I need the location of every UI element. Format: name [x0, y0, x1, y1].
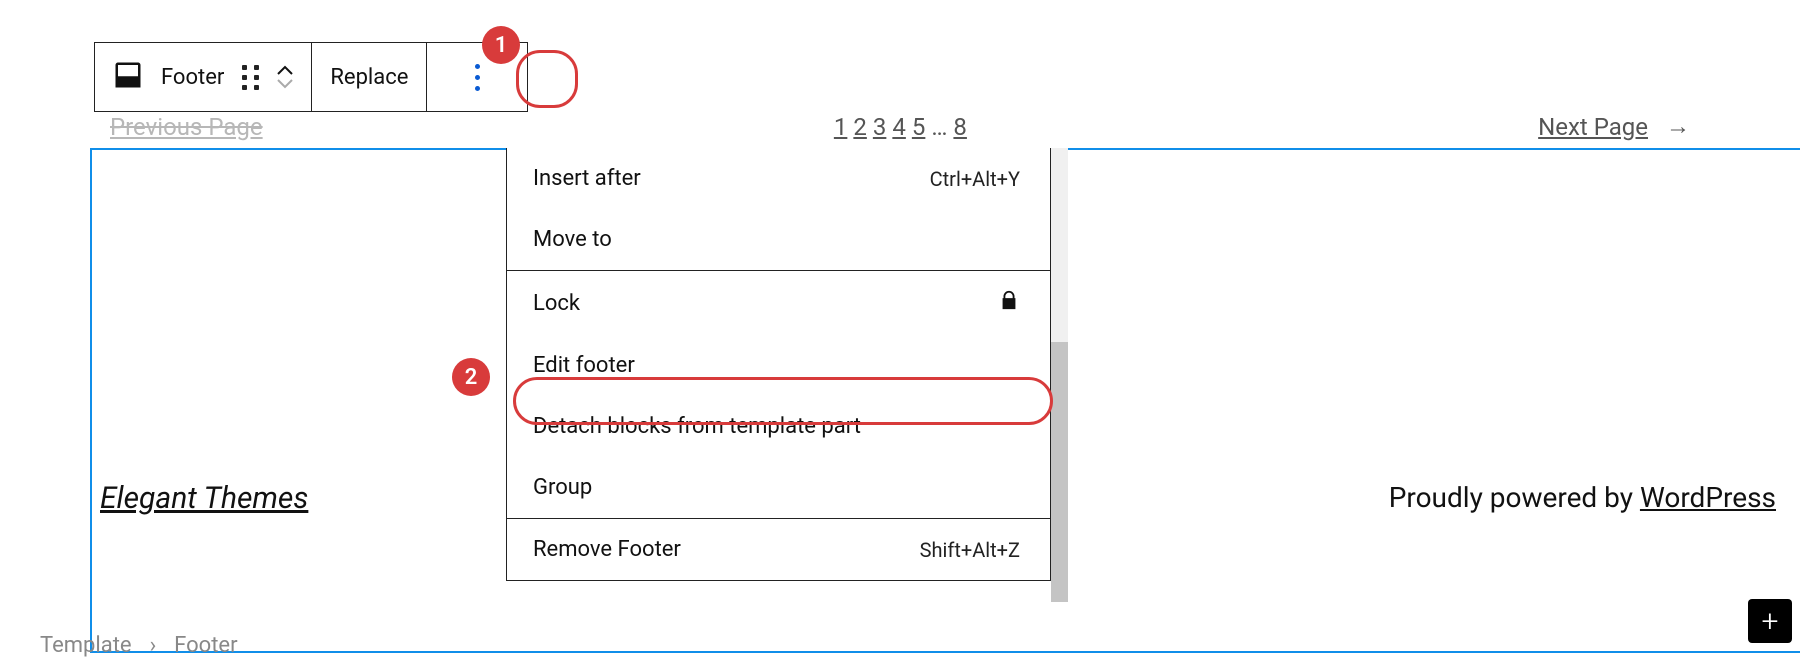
replace-button[interactable]: Replace	[312, 43, 427, 111]
menu-edit-footer-label: Edit footer	[533, 353, 635, 378]
annotation-ring-1	[516, 50, 578, 108]
pagination-row: Previous Page 1 2 3 4 5 … 8 Next Page →	[0, 112, 1800, 141]
menu-insert-after[interactable]: Insert after Ctrl+Alt+Y	[507, 148, 1050, 209]
menu-group[interactable]: Group	[507, 457, 1050, 518]
annotation-badge-1: 1	[482, 26, 520, 64]
wordpress-link[interactable]: WordPress	[1640, 481, 1776, 514]
block-mover[interactable]	[277, 65, 293, 89]
menu-insert-after-label: Insert after	[533, 166, 641, 191]
menu-insert-after-shortcut: Ctrl+Alt+Y	[930, 167, 1020, 191]
menu-remove-shortcut: Shift+Alt+Z	[920, 538, 1020, 562]
powered-by-text: Proudly powered by WordPress	[1389, 481, 1776, 514]
add-block-button[interactable]: +	[1748, 599, 1792, 643]
page-8[interactable]: 8	[953, 113, 967, 141]
menu-move-to[interactable]: Move to	[507, 209, 1050, 270]
replace-label: Replace	[330, 65, 408, 90]
footer-block-icon	[113, 60, 143, 94]
page-ellipsis: …	[931, 113, 947, 141]
menu-lock[interactable]: Lock	[507, 271, 1050, 335]
page-2[interactable]: 2	[853, 113, 867, 141]
plus-icon: +	[1762, 604, 1779, 639]
block-type-label: Footer	[161, 65, 224, 90]
annotation-badge-2: 2	[452, 358, 490, 396]
chevron-down-icon[interactable]	[277, 79, 293, 89]
previous-page-link[interactable]: Previous Page	[110, 113, 263, 141]
block-toolbar: Footer Replace	[94, 42, 528, 112]
options-dropdown-wrap: Insert after Ctrl+Alt+Y Move to Lock Edi…	[506, 148, 1068, 602]
site-title-link[interactable]: Elegant Themes	[100, 481, 308, 516]
page-4[interactable]: 4	[892, 113, 906, 141]
annotation-ring-2	[513, 377, 1053, 425]
menu-move-to-label: Move to	[533, 227, 612, 252]
pagination-numbers: 1 2 3 4 5 … 8	[834, 113, 967, 141]
dropdown-scrollbar-thumb[interactable]	[1051, 342, 1068, 602]
page-3[interactable]: 3	[873, 113, 887, 141]
menu-remove-footer[interactable]: Remove Footer Shift+Alt+Z	[507, 519, 1050, 580]
page-1[interactable]: 1	[834, 113, 848, 141]
block-type-cell: Footer	[95, 43, 312, 111]
next-page-link[interactable]: Next Page	[1538, 113, 1648, 141]
drag-handle-icon[interactable]	[242, 65, 259, 90]
next-page-wrap: Next Page →	[1538, 112, 1690, 141]
kebab-icon	[445, 64, 509, 91]
lock-icon	[998, 289, 1020, 317]
chevron-up-icon[interactable]	[277, 65, 293, 75]
menu-remove-label: Remove Footer	[533, 537, 681, 562]
powered-by-prefix: Proudly powered by	[1389, 481, 1640, 514]
page-5[interactable]: 5	[912, 113, 926, 141]
menu-lock-label: Lock	[533, 291, 580, 316]
block-options-dropdown: Insert after Ctrl+Alt+Y Move to Lock Edi…	[506, 148, 1051, 581]
menu-group-label: Group	[533, 475, 592, 500]
arrow-right-icon: →	[1666, 112, 1690, 141]
